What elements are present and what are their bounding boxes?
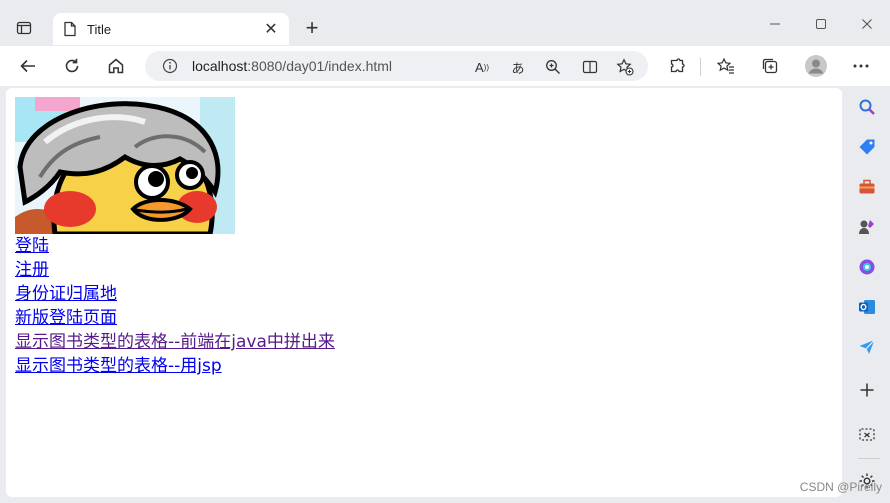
zoom-icon[interactable] — [544, 58, 562, 76]
tab-close-icon[interactable]: ✕ — [263, 19, 279, 39]
url-host: localhost — [192, 58, 248, 74]
profile-avatar-icon[interactable] — [802, 52, 830, 80]
browser-toolbar: localhost:8080/day01/index.html A)) あ — [0, 46, 890, 86]
tab-actions-icon — [16, 21, 32, 35]
read-aloud-icon[interactable]: A)) — [473, 58, 491, 76]
link-login[interactable]: 登陆 — [15, 234, 335, 258]
home-icon[interactable] — [102, 52, 130, 80]
copilot-icon[interactable] — [856, 256, 878, 278]
games-icon[interactable] — [856, 216, 878, 238]
minimize-icon[interactable] — [752, 10, 798, 38]
browser-tab[interactable]: Title ✕ — [53, 13, 289, 45]
title-bar: Title ✕ + — [0, 0, 890, 46]
page-viewport: 登陆 注册 身份证归属地 新版登陆页面 显示图书类型的表格--前端在java中拼… — [6, 88, 842, 497]
site-info-icon[interactable] — [162, 58, 178, 74]
page-icon — [64, 21, 76, 37]
link-id-card-region[interactable]: 身份证归属地 — [15, 282, 335, 306]
edge-sidebar — [848, 88, 890, 503]
back-icon[interactable] — [14, 52, 42, 80]
link-book-table-java[interactable]: 显示图书类型的表格--前端在java中拼出来 — [15, 330, 335, 354]
watermark-text: CSDN @Pirelly — [799, 480, 882, 494]
tab-title: Title — [87, 21, 112, 37]
split-screen-icon[interactable] — [581, 58, 599, 76]
add-favorite-icon[interactable] — [616, 58, 634, 76]
link-new-login-page[interactable]: 新版登陆页面 — [15, 306, 335, 330]
new-tab-icon[interactable]: + — [300, 17, 324, 41]
send-icon[interactable] — [856, 336, 878, 358]
link-book-table-jsp[interactable]: 显示图书类型的表格--用jsp — [15, 354, 335, 378]
url-text: localhost:8080/day01/index.html — [192, 58, 392, 74]
outlook-icon[interactable] — [856, 296, 878, 318]
maximize-icon[interactable] — [798, 10, 844, 38]
tools-icon[interactable] — [856, 176, 878, 198]
add-sidebar-app-icon[interactable] — [856, 379, 878, 401]
address-bar[interactable]: localhost:8080/day01/index.html A)) あ — [145, 51, 648, 81]
search-icon[interactable] — [856, 96, 878, 118]
tab-actions-button[interactable] — [10, 14, 38, 42]
extensions-icon[interactable] — [663, 52, 691, 80]
favorites-icon[interactable] — [712, 52, 740, 80]
link-register[interactable]: 注册 — [15, 258, 335, 282]
sidebar-divider — [858, 458, 880, 459]
url-path: :8080/day01/index.html — [247, 58, 393, 74]
collections-icon[interactable] — [756, 52, 784, 80]
cartoon-bird-image — [15, 97, 235, 234]
close-window-icon[interactable] — [844, 10, 890, 38]
toolbar-divider — [700, 58, 701, 76]
refresh-icon[interactable] — [58, 52, 86, 80]
page-content: 登陆 注册 身份证归属地 新版登陆页面 显示图书类型的表格--前端在java中拼… — [15, 97, 335, 378]
more-menu-icon[interactable] — [847, 52, 875, 80]
screenshot-icon[interactable] — [856, 424, 878, 446]
link-list: 登陆 注册 身份证归属地 新版登陆页面 显示图书类型的表格--前端在java中拼… — [15, 234, 335, 378]
translate-icon[interactable]: あ — [509, 58, 527, 76]
shopping-tag-icon[interactable] — [856, 136, 878, 158]
